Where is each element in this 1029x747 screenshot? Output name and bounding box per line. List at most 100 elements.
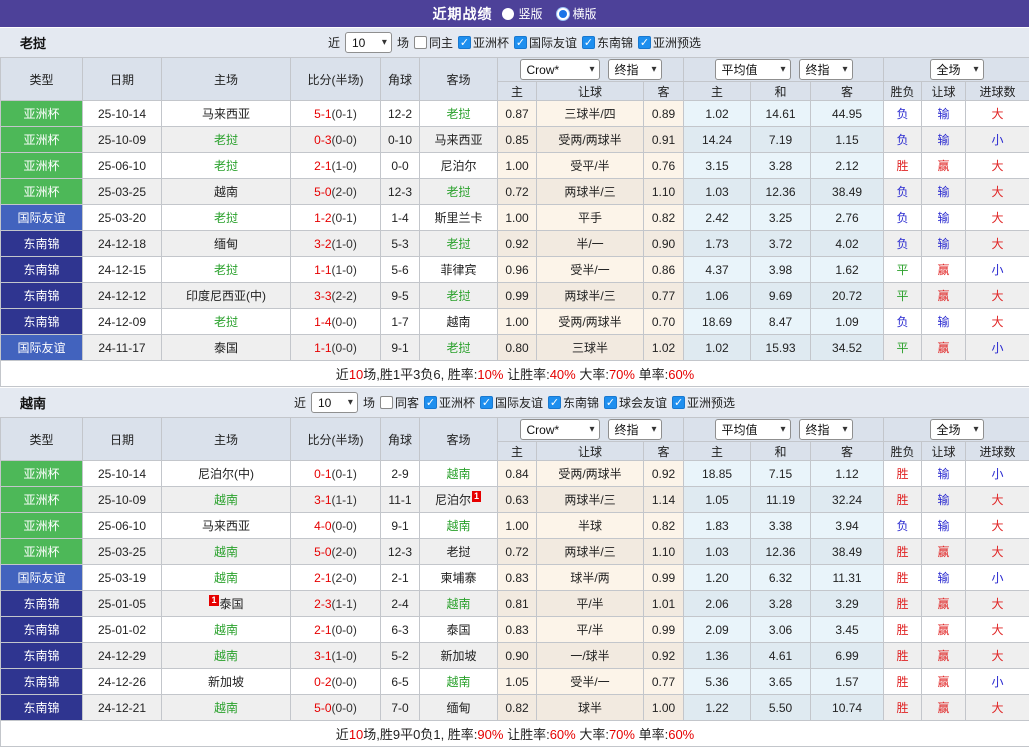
red-card-badge: 1 bbox=[472, 491, 481, 502]
radio-icon[interactable] bbox=[502, 8, 514, 20]
chevron-down-icon: ▾ bbox=[651, 424, 656, 435]
filter-option[interactable]: ✓东南锦 bbox=[582, 34, 633, 51]
final-index-select-2[interactable]: 终指 ▾ bbox=[799, 59, 853, 80]
checkbox-checked-icon[interactable]: ✓ bbox=[514, 36, 527, 49]
result-handicap: 输 bbox=[922, 179, 966, 205]
home-team-name: 老挝 bbox=[214, 133, 238, 147]
date-cell: 24-12-18 bbox=[83, 231, 162, 257]
near-count-select[interactable]: 10 ▾ bbox=[311, 392, 358, 413]
filter-option[interactable]: ✓球会友谊 bbox=[604, 394, 667, 411]
away-team-name: 尼泊尔 bbox=[440, 159, 476, 173]
score-cell: 2-1(0-0) bbox=[291, 617, 381, 643]
checkbox-checked-icon[interactable]: ✓ bbox=[480, 396, 493, 409]
fullmatch-select[interactable]: 全场 ▾ bbox=[930, 419, 984, 440]
checkbox-checked-icon[interactable]: ✓ bbox=[424, 396, 437, 409]
near-count-select[interactable]: 10 ▾ bbox=[345, 32, 392, 53]
filter-option[interactable]: ✓亚洲预选 bbox=[638, 34, 701, 51]
handicap-cell: 一/球半 bbox=[537, 643, 644, 669]
filter-list: 同客 ✓亚洲杯 ✓国际友谊 ✓东南锦 ✓球会友谊 ✓亚洲预选 bbox=[380, 394, 735, 411]
bookmaker-select[interactable]: Crow* ▾ bbox=[520, 59, 600, 80]
checkbox-checked-icon[interactable]: ✓ bbox=[458, 36, 471, 49]
date-cell: 24-12-09 bbox=[83, 309, 162, 335]
avg-away-odds: 4.02 bbox=[811, 231, 884, 257]
result-handicap: 赢 bbox=[922, 283, 966, 309]
near-label: 近 bbox=[294, 394, 306, 411]
final-index-select[interactable]: 终指 ▾ bbox=[608, 419, 662, 440]
group-header-average: 平均值 ▾ 终指 ▾ bbox=[684, 418, 884, 442]
handicap-cell: 三球半/四 bbox=[537, 101, 644, 127]
radio-option-horizontal[interactable]: 横版 bbox=[557, 5, 597, 22]
avg-away-odds: 34.52 bbox=[811, 335, 884, 361]
avg-home-odds: 1.83 bbox=[684, 513, 751, 539]
date-cell: 24-12-26 bbox=[83, 669, 162, 695]
result-wdl: 负 bbox=[884, 205, 922, 231]
avg-home-odds: 14.24 bbox=[684, 127, 751, 153]
halftime-score: (1-1) bbox=[332, 493, 357, 507]
filter-option[interactable]: 同客 bbox=[380, 394, 419, 411]
away-team-name: 越南 bbox=[446, 597, 470, 611]
crow-away-odds: 1.14 bbox=[644, 487, 684, 513]
home-team-cell: 老挝 bbox=[162, 153, 291, 179]
filter-option[interactable]: ✓国际友谊 bbox=[480, 394, 543, 411]
checkbox-checked-icon[interactable]: ✓ bbox=[604, 396, 617, 409]
average-select[interactable]: 平均值 ▾ bbox=[715, 419, 791, 440]
result-wdl: 胜 bbox=[884, 461, 922, 487]
home-team-name: 老挝 bbox=[214, 211, 238, 225]
result-handicap: 输 bbox=[922, 487, 966, 513]
avg-home-odds: 2.09 bbox=[684, 617, 751, 643]
score-cell: 1-4(0-0) bbox=[291, 309, 381, 335]
section-filter-bar: 老挝 近 10 ▾ 场 同主✓亚洲杯✓国际友谊✓东南锦✓亚洲预选 bbox=[0, 27, 1029, 57]
result-goals: 大 bbox=[966, 283, 1029, 309]
match-row: 东南锦25-01-051泰国2-3(1-1)2-4越南0.81平/半1.012.… bbox=[1, 591, 1029, 617]
avg-away-odds: 11.31 bbox=[811, 565, 884, 591]
crow-away-odds: 1.02 bbox=[644, 335, 684, 361]
checkbox-checked-icon[interactable]: ✓ bbox=[548, 396, 561, 409]
corner-cell: 0-10 bbox=[381, 127, 420, 153]
away-team-cell: 尼泊尔 bbox=[420, 153, 498, 179]
checkbox-checked-icon[interactable]: ✓ bbox=[638, 36, 651, 49]
bookmaker-select[interactable]: Crow* ▾ bbox=[520, 419, 600, 440]
crow-home-odds: 0.72 bbox=[498, 539, 537, 565]
score-cell: 0-2(0-0) bbox=[291, 669, 381, 695]
checkbox-unchecked-icon[interactable] bbox=[414, 36, 427, 49]
avg-away-odds: 1.62 bbox=[811, 257, 884, 283]
filter-label: 同客 bbox=[395, 394, 419, 411]
match-type-badge: 东南锦 bbox=[1, 643, 83, 669]
filter-option[interactable]: ✓亚洲杯 bbox=[424, 394, 475, 411]
filter-option[interactable]: ✓国际友谊 bbox=[514, 34, 577, 51]
col-header-type: 类型 bbox=[1, 418, 83, 461]
chevron-down-icon: ▾ bbox=[382, 37, 387, 48]
filter-option[interactable]: ✓亚洲预选 bbox=[672, 394, 735, 411]
checkbox-checked-icon[interactable]: ✓ bbox=[672, 396, 685, 409]
crow-away-odds: 0.76 bbox=[644, 153, 684, 179]
fullmatch-select[interactable]: 全场 ▾ bbox=[930, 59, 984, 80]
filter-option[interactable]: ✓东南锦 bbox=[548, 394, 599, 411]
checkbox-checked-icon[interactable]: ✓ bbox=[582, 36, 595, 49]
home-team-cell: 越南 bbox=[162, 565, 291, 591]
crow-home-odds: 0.92 bbox=[498, 231, 537, 257]
sub-header-wdl: 胜负 bbox=[884, 82, 922, 101]
handicap-cell: 两球半/三 bbox=[537, 283, 644, 309]
checkbox-unchecked-icon[interactable] bbox=[380, 396, 393, 409]
crow-away-odds: 0.90 bbox=[644, 231, 684, 257]
match-type-badge: 亚洲杯 bbox=[1, 101, 83, 127]
team-name: 老挝 bbox=[20, 33, 46, 52]
avg-home-odds: 1.02 bbox=[684, 335, 751, 361]
average-select[interactable]: 平均值 ▾ bbox=[715, 59, 791, 80]
filter-option[interactable]: 同主 bbox=[414, 34, 453, 51]
crow-away-odds: 1.10 bbox=[644, 539, 684, 565]
handicap-cell: 平/半 bbox=[537, 617, 644, 643]
result-wdl: 平 bbox=[884, 257, 922, 283]
final-index-select-2[interactable]: 终指 ▾ bbox=[799, 419, 853, 440]
halftime-score: (0-0) bbox=[332, 623, 357, 637]
crow-away-odds: 0.77 bbox=[644, 283, 684, 309]
fulltime-score: 4-0 bbox=[314, 519, 331, 533]
filter-option[interactable]: ✓亚洲杯 bbox=[458, 34, 509, 51]
date-cell: 25-10-14 bbox=[83, 461, 162, 487]
handicap-cell: 球半 bbox=[537, 695, 644, 721]
halftime-score: (2-2) bbox=[332, 289, 357, 303]
home-team-cell: 泰国 bbox=[162, 335, 291, 361]
radio-option-vertical[interactable]: 竖版 bbox=[502, 5, 542, 22]
final-index-select[interactable]: 终指 ▾ bbox=[608, 59, 662, 80]
radio-icon[interactable] bbox=[557, 8, 569, 20]
